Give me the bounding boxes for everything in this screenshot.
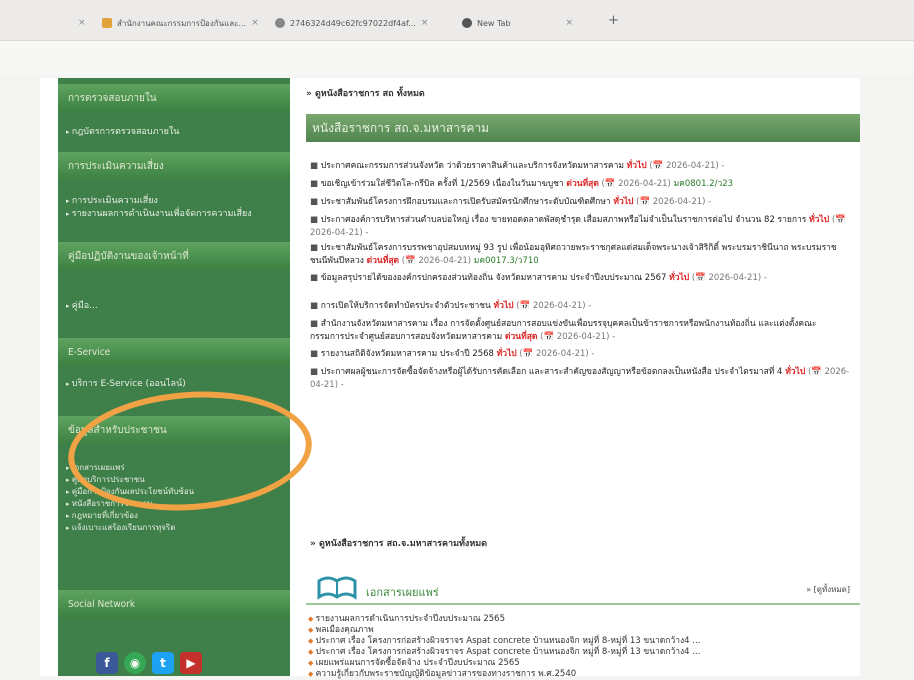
sidebar-section-social: Social Network: [58, 590, 290, 618]
site-favicon-icon: [102, 18, 112, 28]
youtube-icon[interactable]: ▶: [180, 652, 202, 674]
new-tab-icon: [462, 18, 472, 28]
social-icons: f ◉ t ▶: [96, 652, 202, 674]
sidebar-item-eservice-online[interactable]: บริการ E-Service (ออนไลน์): [66, 378, 186, 390]
book-icon: [317, 576, 357, 600]
bullet-icon: ■: [310, 349, 321, 359]
sidebar-section-manual[interactable]: คู่มือปฏิบัติงานของเจ้าหน้าที่: [58, 242, 290, 270]
news-date: (📅 2026-04-21): [601, 179, 671, 189]
publications-title: เอกสารเผยแพร่: [366, 586, 439, 599]
news-date: (📅 2026-04-21): [401, 256, 472, 266]
sidebar-item-related-laws[interactable]: กฎหมายที่เกี่ยวข้อง: [66, 510, 138, 522]
priority-badge: ทั่วไป: [613, 197, 634, 207]
twitter-icon[interactable]: t: [152, 652, 174, 674]
line-icon[interactable]: ◉: [124, 652, 146, 674]
bullet-icon: ■: [310, 197, 321, 207]
news-date: (📅 2026-04-21) -: [516, 301, 592, 311]
sidebar-item-audit-charter[interactable]: กฎบัตรการตรวจสอบภายใน: [66, 126, 180, 138]
priority-badge: ด่วนที่สุด: [505, 332, 538, 342]
priority-badge: ทั่วไป: [669, 273, 690, 283]
priority-badge: ทั่วไป: [493, 301, 514, 311]
news-date: (📅 2026-04-21) -: [649, 161, 725, 171]
close-icon[interactable]: ×: [566, 18, 574, 28]
sidebar-item-manual[interactable]: คู่มือ...: [66, 300, 98, 312]
bullet-icon: ■: [310, 273, 321, 283]
news-text[interactable]: ข้อมูลสรุปรายได้ขององค์กรปกครองส่วนท้องถ…: [321, 273, 667, 283]
section-title: หนังสือราชการ สถ.จ.มหาสารคาม: [306, 114, 860, 142]
browser-tab[interactable]: 2746324d49c62fc97022df4af... ×: [275, 12, 455, 34]
news-item[interactable]: ■ ประกาศคณะกรรมการส่วนจังหวัด ว่าด้วยราค…: [310, 160, 850, 173]
priority-badge: ทั่วไป: [626, 161, 647, 171]
priority-badge: ด่วนที่สุด: [366, 256, 400, 266]
news-text[interactable]: ประชาสัมพันธ์โครงการฝึกอบรมและการเปิดรับ…: [321, 197, 611, 207]
news-ref: มค0801.2/ว23: [673, 179, 734, 189]
bullet-icon: ■: [310, 301, 321, 311]
facebook-icon[interactable]: f: [96, 652, 118, 674]
news-text[interactable]: ประกาศผลผู้ชนะการจัดซื้อจัดจ้างหรือผู้ได…: [321, 367, 783, 377]
browser-toolbar: [0, 41, 914, 75]
globe-icon: [275, 18, 285, 28]
priority-badge: ทั่วไป: [496, 349, 517, 359]
news-text[interactable]: ประกาศคณะกรรมการส่วนจังหวัด ว่าด้วยราคาส…: [321, 161, 624, 171]
news-text[interactable]: ประกาศองค์การบริหารส่วนตำบลบ่อใหญ่ เรื่อ…: [321, 215, 807, 225]
priority-badge: ทั่วไป: [809, 215, 830, 225]
new-tab-button[interactable]: +: [608, 13, 619, 28]
browser-tab-bar: × สำนักงานคณะกรรมการป้องกันและ... × 2746…: [0, 0, 914, 41]
news-date: (📅 2026-04-21) -: [540, 332, 616, 342]
publications-all-link[interactable]: » [ดูทั้งหมด]: [806, 583, 850, 596]
news-text[interactable]: รายงานสถิติจังหวัดมหาสารคาม ประจำปี 2568: [321, 349, 494, 359]
close-icon[interactable]: ×: [78, 18, 86, 28]
browser-tab[interactable]: สำนักงานคณะกรรมการป้องกันและ... ×: [102, 12, 262, 34]
priority-badge: ด่วนที่สุด: [566, 179, 599, 189]
news-item[interactable]: ■ สำนักงานจังหวัดมหาสารคาม เรื่อง การจัด…: [310, 318, 850, 344]
news-date: (📅 2026-04-21) -: [691, 273, 767, 283]
news-item[interactable]: ■ การเปิดให้บริการจัดทำบัตรประจำตัวประชา…: [310, 300, 850, 313]
sidebar-section-risk[interactable]: การประเมินความเสี่ยง: [58, 152, 290, 180]
bullet-icon: ■: [310, 179, 321, 189]
bullet-icon: ■: [310, 367, 321, 377]
news-item[interactable]: ■ รายงานสถิติจังหวัดมหาสารคาม ประจำปี 25…: [310, 348, 850, 361]
priority-badge: ทั่วไป: [785, 367, 806, 377]
news-item[interactable]: ■ ประกาศองค์การบริหารส่วนตำบลบ่อใหญ่ เรื…: [310, 214, 850, 240]
sidebar-item-risk-report[interactable]: รายงานผลการดำเนินงานเพื่อจัดการความเสี่ย…: [66, 208, 282, 220]
sidebar-section-eservice[interactable]: E-Service: [58, 338, 290, 366]
all-letters-link-top[interactable]: » ดูหนังสือราชการ สถ ทั้งหมด: [306, 86, 425, 100]
news-item[interactable]: ■ ประชาสัมพันธ์โครงการฝึกอบรมและการเปิดร…: [310, 196, 850, 209]
news-item[interactable]: ■ ขอเชิญเข้าร่วมใส่ชีวิตโล-กรีบิล ครั้งท…: [310, 178, 850, 191]
sidebar-item-report-corruption[interactable]: แจ้งเบาะแสร้องเรียนการทุจริต: [66, 522, 176, 534]
news-item[interactable]: ■ ประชาสัมพันธ์โครงการบรรพชาอุปสมบทหมู่ …: [310, 242, 850, 268]
publication-item[interactable]: ความรู้เกี่ยวกับพระราชบัญญัติข้อมูลข่าวส…: [308, 666, 577, 680]
sidebar-item-risk-assessment[interactable]: การประเมินความเสี่ยง: [66, 195, 158, 207]
news-item[interactable]: ■ ข้อมูลสรุปรายได้ขององค์กรปกครองส่วนท้อ…: [310, 272, 850, 285]
sidebar-section-audit[interactable]: การตรวจสอบภายใน: [58, 84, 290, 112]
web-page: การตรวจสอบภายใน กฎบัตรการตรวจสอบภายใน กา…: [40, 78, 860, 679]
browser-tab[interactable]: ×: [78, 12, 86, 34]
main-content: » ดูหนังสือราชการ สถ ทั้งหมด หนังสือราชก…: [306, 78, 860, 679]
news-date: (📅 2026-04-21) -: [519, 349, 595, 359]
news-text[interactable]: การเปิดให้บริการจัดทำบัตรประจำตัวประชาชน: [321, 301, 491, 311]
news-item[interactable]: ■ ประกาศผลผู้ชนะการจัดซื้อจัดจ้างหรือผู้…: [310, 366, 850, 392]
divider: [306, 603, 860, 605]
bullet-icon: ■: [310, 215, 321, 225]
all-letters-link[interactable]: » ดูหนังสือราชการ สถ.จ.มหาสารคามทั้งหมด: [310, 536, 487, 550]
sidebar: การตรวจสอบภายใน กฎบัตรการตรวจสอบภายใน กา…: [58, 78, 290, 676]
browser-tab-active[interactable]: New Tab ×: [462, 12, 602, 34]
news-ref: มค0017.3/ว710: [473, 256, 539, 266]
bullet-icon: ■: [310, 161, 321, 171]
news-text[interactable]: ขอเชิญเข้าร่วมใส่ชีวิตโล-กรีบิล ครั้งที่…: [321, 179, 564, 189]
close-icon[interactable]: ×: [421, 18, 429, 28]
publications-box: เอกสารเผยแพร่ » [ดูทั้งหมด] รายงานผลการด…: [306, 563, 860, 679]
bullet-icon: ■: [310, 319, 321, 329]
bullet-icon: ■: [310, 243, 321, 253]
close-icon[interactable]: ×: [251, 18, 259, 28]
news-date: (📅 2026-04-21) -: [636, 197, 712, 207]
